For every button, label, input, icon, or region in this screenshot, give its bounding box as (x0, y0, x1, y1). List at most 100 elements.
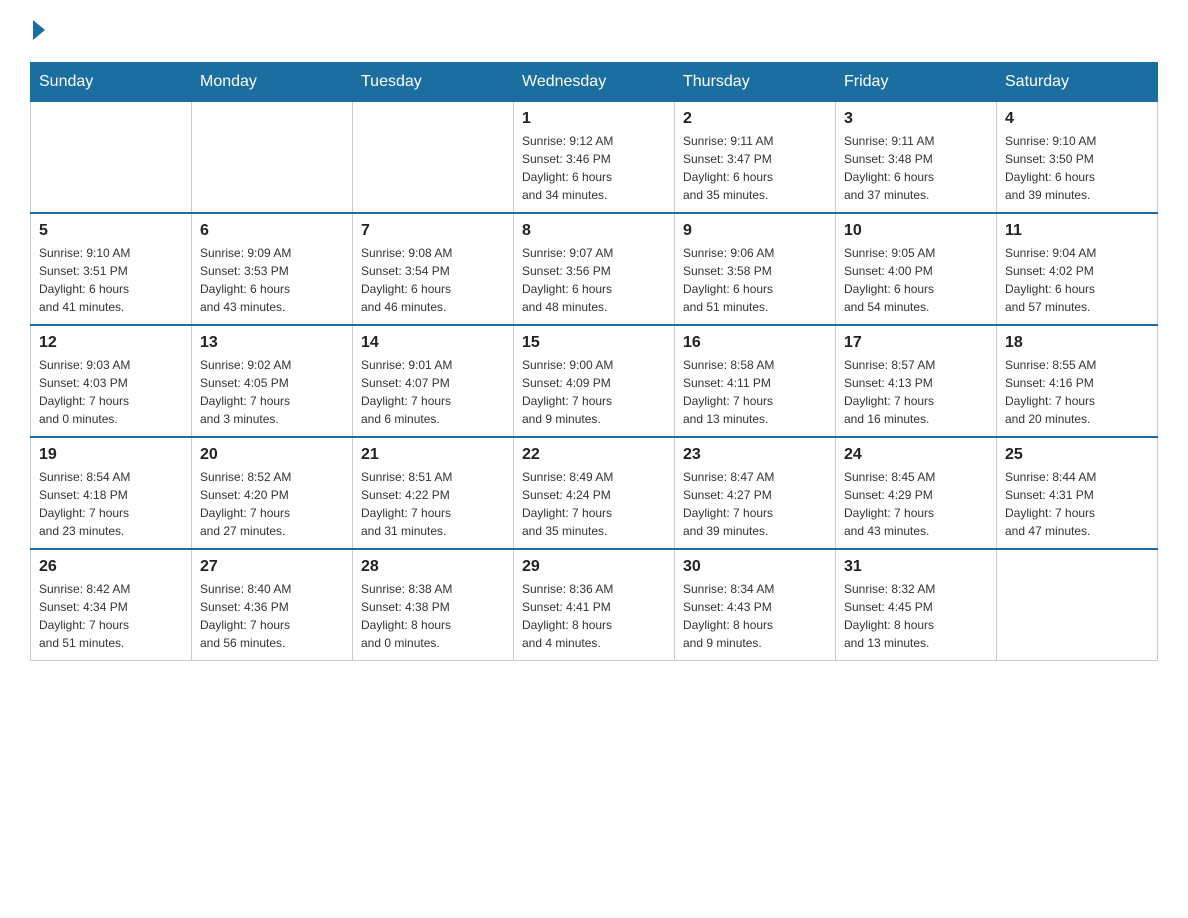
day-number: 8 (522, 222, 666, 240)
calendar-cell: 10 Sunrise: 9:05 AM Sunset: 4:00 PM Dayli… (836, 213, 997, 325)
day-of-week-header: Wednesday (514, 63, 675, 102)
day-info: Sunrise: 8:44 AM Sunset: 4:31 PM Dayligh… (1005, 468, 1149, 540)
calendar-cell: 7 Sunrise: 9:08 AM Sunset: 3:54 PM Daylig… (353, 213, 514, 325)
day-number: 5 (39, 222, 183, 240)
day-number: 7 (361, 222, 505, 240)
calendar-cell: 19Sunrise: 8:54 AM Sunset: 4:18 PM Dayli… (31, 437, 192, 549)
day-number: 4 (1005, 110, 1149, 128)
calendar-week-row: 5 Sunrise: 9:10 AM Sunset: 3:51 PM Daylig… (31, 213, 1158, 325)
calendar-cell: 12Sunrise: 9:03 AM Sunset: 4:03 PM Dayli… (31, 325, 192, 437)
day-info: Sunrise: 9:06 AM Sunset: 3:58 PM Dayligh… (683, 244, 827, 316)
day-info: Sunrise: 9:10 AM Sunset: 3:51 PM Dayligh… (39, 244, 183, 316)
day-number: 13 (200, 334, 344, 352)
calendar-cell: 17 Sunrise: 8:57 AM Sunset: 4:13 PM Dayli… (836, 325, 997, 437)
calendar-cell: 13 Sunrise: 9:02 AM Sunset: 4:05 PM Dayli… (192, 325, 353, 437)
day-number: 15 (522, 334, 666, 352)
calendar-cell: 18Sunrise: 8:55 AM Sunset: 4:16 PM Dayli… (997, 325, 1158, 437)
calendar-cell (31, 102, 192, 214)
calendar-cell: 5 Sunrise: 9:10 AM Sunset: 3:51 PM Daylig… (31, 213, 192, 325)
calendar-cell: 24Sunrise: 8:45 AM Sunset: 4:29 PM Dayli… (836, 437, 997, 549)
day-number: 21 (361, 446, 505, 464)
day-info: Sunrise: 8:38 AM Sunset: 4:38 PM Dayligh… (361, 580, 505, 652)
day-number: 31 (844, 558, 988, 576)
calendar-table: SundayMondayTuesdayWednesdayThursdayFrid… (30, 62, 1158, 661)
calendar-cell: 30Sunrise: 8:34 AM Sunset: 4:43 PM Dayli… (675, 549, 836, 661)
day-of-week-header: Monday (192, 63, 353, 102)
day-number: 11 (1005, 222, 1149, 240)
day-info: Sunrise: 8:47 AM Sunset: 4:27 PM Dayligh… (683, 468, 827, 540)
calendar-cell (353, 102, 514, 214)
day-number: 1 (522, 110, 666, 128)
day-info: Sunrise: 9:02 AM Sunset: 4:05 PM Dayligh… (200, 356, 344, 428)
day-info: Sunrise: 9:01 AM Sunset: 4:07 PM Dayligh… (361, 356, 505, 428)
day-info: Sunrise: 8:57 AM Sunset: 4:13 PM Dayligh… (844, 356, 988, 428)
day-number: 6 (200, 222, 344, 240)
day-number: 29 (522, 558, 666, 576)
day-number: 30 (683, 558, 827, 576)
day-info: Sunrise: 8:32 AM Sunset: 4:45 PM Dayligh… (844, 580, 988, 652)
day-info: Sunrise: 9:09 AM Sunset: 3:53 PM Dayligh… (200, 244, 344, 316)
day-info: Sunrise: 8:40 AM Sunset: 4:36 PM Dayligh… (200, 580, 344, 652)
day-number: 27 (200, 558, 344, 576)
calendar-cell: 3 Sunrise: 9:11 AM Sunset: 3:48 PM Daylig… (836, 102, 997, 214)
calendar-cell: 11Sunrise: 9:04 AM Sunset: 4:02 PM Dayli… (997, 213, 1158, 325)
day-info: Sunrise: 9:03 AM Sunset: 4:03 PM Dayligh… (39, 356, 183, 428)
day-number: 14 (361, 334, 505, 352)
calendar-cell: 27 Sunrise: 8:40 AM Sunset: 4:36 PM Dayli… (192, 549, 353, 661)
calendar-cell: 31 Sunrise: 8:32 AM Sunset: 4:45 PM Dayli… (836, 549, 997, 661)
day-info: Sunrise: 8:51 AM Sunset: 4:22 PM Dayligh… (361, 468, 505, 540)
calendar-cell: 23 Sunrise: 8:47 AM Sunset: 4:27 PM Dayli… (675, 437, 836, 549)
calendar-cell: 2 Sunrise: 9:11 AM Sunset: 3:47 PM Daylig… (675, 102, 836, 214)
day-of-week-header: Saturday (997, 63, 1158, 102)
day-number: 23 (683, 446, 827, 464)
calendar-cell (192, 102, 353, 214)
calendar-cell: 25 Sunrise: 8:44 AM Sunset: 4:31 PM Dayli… (997, 437, 1158, 549)
day-number: 9 (683, 222, 827, 240)
day-info: Sunrise: 9:05 AM Sunset: 4:00 PM Dayligh… (844, 244, 988, 316)
day-of-week-header: Friday (836, 63, 997, 102)
calendar-cell: 29Sunrise: 8:36 AM Sunset: 4:41 PM Dayli… (514, 549, 675, 661)
calendar-cell: 22Sunrise: 8:49 AM Sunset: 4:24 PM Dayli… (514, 437, 675, 549)
calendar-cell: 21 Sunrise: 8:51 AM Sunset: 4:22 PM Dayli… (353, 437, 514, 549)
calendar-week-row: 26Sunrise: 8:42 AM Sunset: 4:34 PM Dayli… (31, 549, 1158, 661)
day-number: 17 (844, 334, 988, 352)
day-info: Sunrise: 8:54 AM Sunset: 4:18 PM Dayligh… (39, 468, 183, 540)
calendar-cell: 28 Sunrise: 8:38 AM Sunset: 4:38 PM Dayli… (353, 549, 514, 661)
day-info: Sunrise: 9:08 AM Sunset: 3:54 PM Dayligh… (361, 244, 505, 316)
day-number: 25 (1005, 446, 1149, 464)
day-info: Sunrise: 8:42 AM Sunset: 4:34 PM Dayligh… (39, 580, 183, 652)
day-of-week-header: Thursday (675, 63, 836, 102)
calendar-header-row: SundayMondayTuesdayWednesdayThursdayFrid… (31, 63, 1158, 102)
calendar-cell: 9 Sunrise: 9:06 AM Sunset: 3:58 PM Daylig… (675, 213, 836, 325)
logo-arrow-icon (33, 20, 45, 40)
calendar-cell: 14 Sunrise: 9:01 AM Sunset: 4:07 PM Dayli… (353, 325, 514, 437)
calendar-cell: 4 Sunrise: 9:10 AM Sunset: 3:50 PM Daylig… (997, 102, 1158, 214)
calendar-cell: 15Sunrise: 9:00 AM Sunset: 4:09 PM Dayli… (514, 325, 675, 437)
day-info: Sunrise: 9:10 AM Sunset: 3:50 PM Dayligh… (1005, 132, 1149, 204)
calendar-cell: 16 Sunrise: 8:58 AM Sunset: 4:11 PM Dayli… (675, 325, 836, 437)
calendar-cell: 6 Sunrise: 9:09 AM Sunset: 3:53 PM Daylig… (192, 213, 353, 325)
calendar-week-row: 1 Sunrise: 9:12 AM Sunset: 3:46 PM Daylig… (31, 102, 1158, 214)
page-header (30, 20, 1158, 42)
day-number: 3 (844, 110, 988, 128)
day-number: 16 (683, 334, 827, 352)
day-info: Sunrise: 8:49 AM Sunset: 4:24 PM Dayligh… (522, 468, 666, 540)
calendar-week-row: 12Sunrise: 9:03 AM Sunset: 4:03 PM Dayli… (31, 325, 1158, 437)
day-info: Sunrise: 8:52 AM Sunset: 4:20 PM Dayligh… (200, 468, 344, 540)
day-info: Sunrise: 8:58 AM Sunset: 4:11 PM Dayligh… (683, 356, 827, 428)
day-number: 2 (683, 110, 827, 128)
day-info: Sunrise: 9:07 AM Sunset: 3:56 PM Dayligh… (522, 244, 666, 316)
day-number: 28 (361, 558, 505, 576)
day-info: Sunrise: 8:45 AM Sunset: 4:29 PM Dayligh… (844, 468, 988, 540)
day-info: Sunrise: 9:11 AM Sunset: 3:48 PM Dayligh… (844, 132, 988, 204)
day-number: 18 (1005, 334, 1149, 352)
day-of-week-header: Tuesday (353, 63, 514, 102)
day-info: Sunrise: 9:11 AM Sunset: 3:47 PM Dayligh… (683, 132, 827, 204)
day-number: 10 (844, 222, 988, 240)
day-of-week-header: Sunday (31, 63, 192, 102)
calendar-cell (997, 549, 1158, 661)
calendar-cell: 20Sunrise: 8:52 AM Sunset: 4:20 PM Dayli… (192, 437, 353, 549)
day-info: Sunrise: 9:12 AM Sunset: 3:46 PM Dayligh… (522, 132, 666, 204)
calendar-cell: 8 Sunrise: 9:07 AM Sunset: 3:56 PM Daylig… (514, 213, 675, 325)
calendar-cell: 1 Sunrise: 9:12 AM Sunset: 3:46 PM Daylig… (514, 102, 675, 214)
